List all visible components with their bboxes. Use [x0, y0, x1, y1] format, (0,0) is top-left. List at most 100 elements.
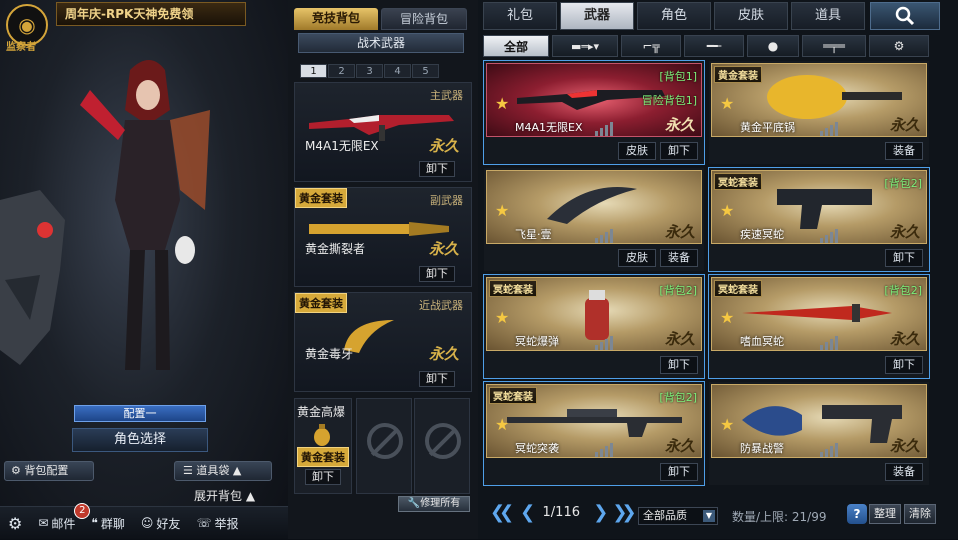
empty-slot[interactable] — [414, 398, 470, 494]
filter-settings[interactable]: ⚙ — [869, 35, 929, 57]
skin-button[interactable]: 皮肤 — [618, 249, 656, 267]
star-icon: ★ — [720, 201, 735, 220]
tab-skins[interactable]: 皮肤 — [714, 2, 788, 30]
item-image: [背包1] 冒险背包1] ★ M4A1无限EX 永久 — [486, 63, 702, 137]
chevron-down-icon: ▼ — [703, 510, 715, 522]
quality-value: 全部品质 — [643, 509, 687, 522]
bag-tag: [背包2] — [884, 284, 922, 297]
star-icon: ★ — [720, 415, 735, 434]
character-select-button[interactable]: 角色选择 — [72, 428, 208, 452]
secondary-weapon-card[interactable]: 黄金套装 副武器 黄金撕裂者 永久 卸下 — [294, 187, 472, 287]
filter-special[interactable]: ═╤═ — [802, 35, 866, 57]
rifle-icon: ▬═▸▾ — [570, 39, 600, 53]
unequip-button[interactable]: 卸下 — [660, 356, 698, 374]
unequip-button[interactable]: 卸下 — [419, 161, 455, 177]
unequip-button[interactable]: 卸下 — [419, 371, 455, 387]
promo-banner[interactable]: 周年庆-RPK天神免费领 — [56, 2, 246, 26]
inventory-item-card[interactable]: 黄金套装 ★ 黄金平底锅 永久 装备 — [709, 61, 929, 164]
repair-label: 修理所有 — [420, 498, 461, 509]
equip-button[interactable]: 装备 — [885, 463, 923, 481]
unequip-button[interactable]: 卸下 — [419, 266, 455, 282]
equip-button[interactable]: 装备 — [660, 249, 698, 267]
unequip-button[interactable]: 卸下 — [660, 463, 698, 481]
sniper-icon: ═╤═ — [823, 39, 845, 53]
first-page-icon[interactable]: ❮❮ — [490, 502, 514, 523]
sort-button[interactable]: 整理 — [869, 504, 901, 524]
prev-page-icon[interactable]: ❮ — [520, 502, 535, 523]
item-name: M4A1无限EX — [515, 121, 583, 134]
unequip-button[interactable]: 卸下 — [885, 356, 923, 374]
next-page-icon[interactable]: ❯ — [593, 502, 608, 523]
slot-tab[interactable]: 4 — [384, 64, 411, 78]
item-bag-label: 道具袋 — [196, 464, 230, 477]
unequip-button[interactable]: 卸下 — [885, 249, 923, 267]
gear-icon: ⚙ — [11, 464, 25, 477]
filter-melee[interactable]: ━╾ — [684, 35, 744, 57]
primary-weapon-card[interactable]: 主武器 M4A1无限EX 永久 卸下 — [294, 82, 472, 182]
empty-slot[interactable] — [356, 398, 412, 494]
inventory-item-card[interactable]: 冥蛇套装 [背包2] ★ 疾速冥蛇 永久 卸下 — [708, 167, 930, 272]
loadout-slot-tabs: 1 2 3 4 5 — [300, 64, 439, 78]
grenade-slot[interactable]: 黄金高爆 黄金套装 卸下 — [294, 398, 352, 494]
search-icon — [895, 6, 915, 26]
filter-rifle[interactable]: ▬═▸▾ — [552, 35, 618, 57]
slot-tab[interactable]: 2 — [328, 64, 355, 78]
inventory-item-card[interactable]: [背包1] 冒险背包1] ★ M4A1无限EX 永久 皮肤 卸下 — [483, 60, 705, 165]
quality-dropdown[interactable]: 全部品质 ▼ — [638, 507, 718, 525]
weapon-name: 黄金高爆 — [297, 405, 346, 419]
unequip-button[interactable]: 卸下 — [660, 142, 698, 160]
slot-tab[interactable]: 1 — [300, 64, 327, 78]
duration-label: 永久 — [664, 330, 695, 348]
item-name: 防暴战警 — [740, 442, 784, 455]
search-button[interactable] — [870, 2, 940, 30]
skin-button[interactable]: 皮肤 — [618, 142, 656, 160]
friends-button[interactable]: ☺ 好友 — [133, 507, 189, 540]
dagger-image — [742, 304, 892, 322]
knife-icon: ━╾ — [706, 39, 722, 53]
inventory-item-card[interactable]: ★ 飞星·壹 永久 皮肤 装备 — [484, 168, 704, 271]
tab-gift[interactable]: 礼包 — [483, 2, 557, 30]
equip-button[interactable]: 装备 — [885, 142, 923, 160]
repair-all-button[interactable]: 🔧修理所有 — [398, 496, 470, 512]
friends-icon: ☺ — [140, 516, 154, 530]
report-button[interactable]: ☏ 举报 — [188, 507, 246, 540]
group-chat-button[interactable]: ❝ 群聊 — [83, 507, 132, 540]
gear-icon: ⚙ — [893, 39, 905, 53]
set-tag: 冥蛇套装 — [489, 280, 537, 297]
filter-pistol[interactable]: ⌐╦ — [621, 35, 681, 57]
tactical-weapon-button[interactable]: 战术武器 — [298, 33, 464, 53]
loadout-selector[interactable]: 配置一 — [74, 405, 206, 422]
clear-button[interactable]: 清除 — [904, 504, 936, 524]
expand-bag-button[interactable]: 展开背包 ▲ — [194, 487, 255, 504]
settings-button[interactable]: ⚙ — [0, 507, 30, 540]
inventory-item-card[interactable]: 冥蛇套装 [背包2] ★ 嗜血冥蛇 永久 卸下 — [708, 274, 930, 379]
bag-config-button[interactable]: ⚙ 背包配置 — [4, 461, 94, 481]
capacity-label: 数量/上限: 21/99 — [732, 510, 827, 524]
filter-grenade[interactable]: ● — [747, 35, 799, 57]
filter-all[interactable]: 全部 — [483, 35, 549, 57]
grenade-icon: ● — [767, 39, 779, 53]
inventory-item-card[interactable]: 冥蛇套装 [背包2] ★ 冥蛇爆弹 永久 卸下 — [483, 274, 705, 379]
unequip-button[interactable]: 卸下 — [305, 469, 341, 485]
tab-competitive-bag[interactable]: 竞技背包 — [294, 8, 378, 30]
help-button[interactable]: ? — [847, 504, 867, 524]
last-page-icon[interactable]: ❯❯ — [612, 502, 636, 523]
chevron-up-icon: ▲ — [229, 464, 242, 477]
duration-label: 永久 — [428, 345, 459, 363]
mail-button[interactable]: ✉ 邮件 2 — [30, 502, 91, 540]
set-tag: 黄金套装 — [295, 188, 347, 208]
item-bag-button[interactable]: ☰ 道具袋 ▲ — [174, 461, 272, 481]
friends-label: 好友 — [156, 516, 181, 531]
melee-weapon-card[interactable]: 黄金套装 近战武器 黄金毒牙 永久 卸下 — [294, 292, 472, 392]
tab-character[interactable]: 角色 — [637, 2, 711, 30]
set-tag: 冥蛇套装 — [489, 387, 537, 404]
inventory-item-card[interactable]: 冥蛇套装 [背包2] ★ 冥蛇突袭 永久 卸下 — [483, 381, 705, 486]
tab-adventure-bag[interactable]: 冒险背包 — [381, 8, 467, 30]
slot-tab[interactable]: 5 — [412, 64, 439, 78]
slot-tab[interactable]: 3 — [356, 64, 383, 78]
tab-weapons[interactable]: 武器 — [560, 2, 634, 30]
logo-label: 监察者 — [6, 42, 36, 53]
item-image: 黄金套装 ★ 黄金平底锅 永久 — [711, 63, 927, 137]
tab-items[interactable]: 道具 — [791, 2, 865, 30]
inventory-item-card[interactable]: ★ 防暴战警 永久 装备 — [709, 382, 929, 485]
